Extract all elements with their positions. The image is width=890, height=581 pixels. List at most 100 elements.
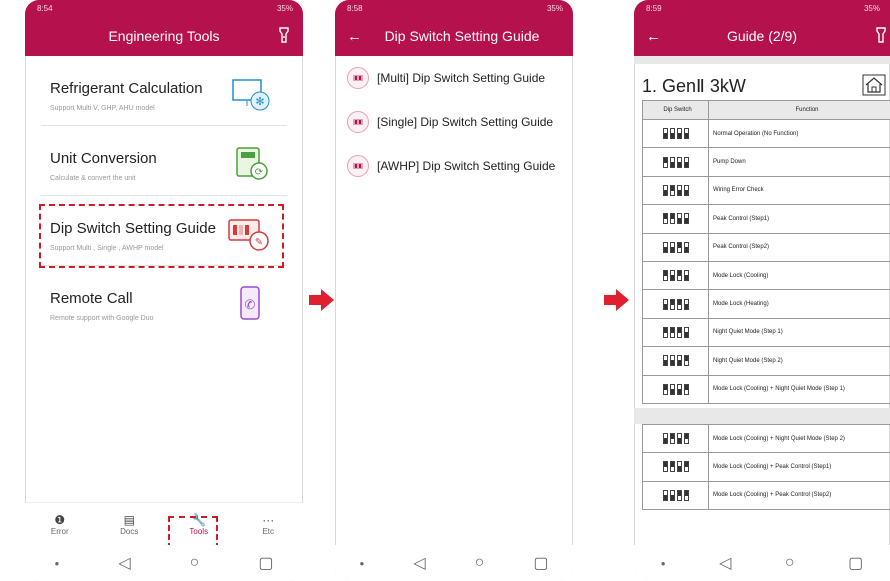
- flashlight-icon[interactable]: [874, 27, 888, 43]
- dip-switch-bit: [683, 489, 689, 501]
- dip-switch-bit: [669, 213, 675, 225]
- overview-square-icon[interactable]: ▢: [258, 553, 273, 573]
- home-circle-icon[interactable]: ○: [190, 554, 200, 572]
- more-icon: ···: [262, 512, 275, 527]
- svg-text:⟳: ⟳: [255, 167, 264, 178]
- dip-switch-graphic: [642, 346, 709, 376]
- function-cell: Mode Lock (Cooling) + Peak Control (Step…: [708, 452, 890, 482]
- dip-switch-bit: [669, 326, 675, 338]
- status-time: 8:58: [347, 3, 363, 13]
- dip-switch-table-continued: Mode Lock (Cooling) + Night Quiet Mode (…: [642, 423, 890, 511]
- dip-switch-bit: [662, 461, 668, 473]
- dip-switch-bit: [683, 213, 689, 225]
- dip-switch-bit: [669, 241, 675, 253]
- function-cell: Normal Operation (No Function): [708, 118, 890, 149]
- recents-dot-icon[interactable]: ●: [661, 559, 666, 568]
- dip-switch-bit: [662, 213, 668, 225]
- guide-list-item[interactable]: [Single] Dip Switch Setting Guide: [335, 100, 573, 144]
- dip-switch-bit: [662, 241, 668, 253]
- screen-guide-page: 8:59 35% ← Guide (2/9) 1. GenⅡ 3kW Dip S…: [634, 0, 890, 581]
- dip-switch-graphic: [642, 423, 709, 454]
- svg-text:✆: ✆: [245, 297, 256, 312]
- tool-item-unit-conversion[interactable]: Unit Conversion Calculate & convert the u…: [41, 126, 287, 196]
- table-row: Mode Lock (Cooling) + Night Quiet Mode (…: [642, 423, 890, 454]
- screen-dip-switch-guide: 8:58 35% ← Dip Switch Setting Guide [Mul…: [335, 0, 573, 581]
- dip-switch-bit: [662, 156, 668, 168]
- dip-switch-bit: [683, 355, 689, 367]
- system-navigation: ● ◁ ○ ▢: [335, 545, 573, 581]
- nav-error[interactable]: ❶ Error: [25, 503, 95, 545]
- dip-switch-bit: [662, 433, 668, 445]
- function-cell: Mode Lock (Cooling) + Night Quiet Mode (…: [708, 423, 890, 454]
- dip-switch-bit: [662, 489, 668, 501]
- recents-dot-icon[interactable]: ●: [55, 559, 60, 568]
- dip-switch-bit: [662, 184, 668, 196]
- guide-list-item[interactable]: [Multi] Dip Switch Setting Guide: [335, 56, 573, 100]
- table-row: Night Quiet Mode (Step 2): [642, 346, 890, 376]
- table-row: Normal Operation (No Function): [642, 118, 890, 149]
- status-bar: 8:59 35%: [634, 0, 890, 16]
- dip-switch-bit: [662, 298, 668, 310]
- table-row: Peak Control (Step2): [642, 232, 890, 262]
- page-divider: [634, 56, 890, 64]
- dip-switch-bit: [662, 383, 668, 395]
- tool-item-title: Refrigerant Calculation: [50, 80, 203, 97]
- dip-switch-graphic: [642, 175, 709, 206]
- home-circle-icon[interactable]: ○: [475, 554, 485, 572]
- nav-docs[interactable]: ▤ Docs: [95, 503, 165, 545]
- app-bar: ← Dip Switch Setting Guide: [335, 16, 573, 56]
- dip-switch-graphic: [642, 118, 709, 149]
- tool-item-refrigerant-calculation[interactable]: Refrigerant Calculation Support Multi V, …: [41, 56, 287, 126]
- dip-switch-bit: [676, 433, 682, 445]
- phone-icon: ✆: [231, 286, 271, 327]
- table-row: Peak Control (Step1): [642, 204, 890, 234]
- document-title-text: 1. GenⅡ 3kW: [642, 76, 746, 96]
- dip-switch-bit: [669, 489, 675, 501]
- tool-item-subtitle: Remote support with Google Duo: [50, 315, 154, 322]
- home-circle-icon[interactable]: ○: [785, 554, 795, 572]
- nav-etc[interactable]: ··· Etc: [234, 503, 304, 545]
- status-battery: 35%: [863, 3, 880, 13]
- guide-list-item[interactable]: [AWHP] Dip Switch Setting Guide: [335, 144, 573, 188]
- overview-square-icon[interactable]: ▢: [533, 553, 548, 573]
- dip-switch-bit: [676, 355, 682, 367]
- status-bar: 8:58 35%: [335, 0, 573, 16]
- status-time: 8:59: [646, 3, 662, 13]
- status-time: 8:54: [37, 3, 53, 13]
- guide-list: [Multi] Dip Switch Setting Guide [Single]…: [335, 56, 573, 188]
- back-triangle-icon[interactable]: ◁: [719, 553, 731, 573]
- highlight-box: [39, 204, 284, 268]
- function-cell: Peak Control (Step2): [708, 232, 890, 262]
- dip-switch-bit: [676, 184, 682, 196]
- column-header-function: Function: [708, 100, 890, 120]
- arrow-right-icon: [604, 289, 629, 311]
- dip-switch-bit: [676, 128, 682, 140]
- overview-square-icon[interactable]: ▢: [848, 553, 863, 573]
- function-cell: Mode Lock (Cooling) + Peak Control (Step…: [708, 480, 890, 511]
- guide-item-label: [AWHP] Dip Switch Setting Guide: [377, 159, 556, 173]
- table-row: Mode Lock (Cooling) + Peak Control (Step…: [642, 480, 890, 511]
- page-divider: [634, 407, 890, 424]
- tool-item-subtitle: Support Multi V, GHP, AHU model: [50, 105, 155, 112]
- system-navigation: ● ◁ ○ ▢: [634, 545, 890, 581]
- nav-label: Etc: [262, 526, 275, 536]
- dip-switch-bit: [669, 461, 675, 473]
- tool-item-remote-call[interactable]: Remote Call Remote support with Google Du…: [41, 266, 287, 336]
- document-title: 1. GenⅡ 3kW: [634, 70, 890, 100]
- dip-switch-bit: [683, 326, 689, 338]
- guide-item-icon: [347, 111, 369, 133]
- tool-item-subtitle: Calculate & convert the unit: [50, 175, 136, 182]
- back-triangle-icon[interactable]: ◁: [413, 553, 425, 573]
- dip-switch-bit: [683, 383, 689, 395]
- dip-switch-bit: [676, 326, 682, 338]
- flashlight-icon[interactable]: [277, 27, 291, 43]
- recents-dot-icon[interactable]: ●: [360, 559, 365, 568]
- dip-switch-bit: [662, 270, 668, 282]
- house-icon: [862, 74, 886, 96]
- back-triangle-icon[interactable]: ◁: [118, 553, 130, 573]
- dip-switch-bit: [676, 383, 682, 395]
- guide-item-icon: [347, 155, 369, 177]
- guide-item-label: [Single] Dip Switch Setting Guide: [377, 115, 554, 129]
- dip-switch-graphic: [642, 480, 709, 511]
- dip-switch-bit: [669, 270, 675, 282]
